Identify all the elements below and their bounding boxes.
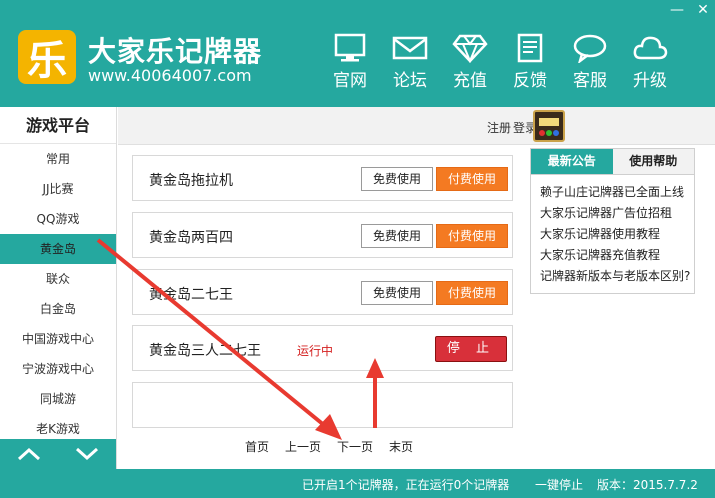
document-icon [517,33,543,63]
tab-latest-notice[interactable]: 最新公告 [531,149,613,174]
news-item[interactable]: 大家乐记牌器广告位招租 [531,203,694,224]
paid-use-button[interactable]: 付费使用 [436,167,508,191]
nav-official-site[interactable]: 官网 [320,33,380,91]
news-item[interactable]: 大家乐记牌器充值教程 [531,245,694,266]
game-name: 黄金岛拖拉机 [149,173,233,189]
game-name: 黄金岛两百四 [149,230,233,246]
sidebar-item-ningbo-game-center[interactable]: 宁波游戏中心 [0,354,116,384]
nav-label: 反馈 [513,71,547,91]
register-link[interactable]: 注册 [487,119,511,136]
app-logo: 乐 [18,30,76,84]
monitor-icon [334,33,366,62]
game-row: 黄金岛拖拉机 免费使用 付费使用 [132,155,513,201]
paid-use-button[interactable]: 付费使用 [436,224,508,248]
app-url: www.40064007.com [88,66,252,85]
nav-recharge[interactable]: 充值 [440,33,500,91]
sidebar-item-tongchengyou[interactable]: 同城游 [0,384,116,414]
sidebar-item-huangjindao[interactable]: 黄金岛 [0,234,116,264]
diamond-icon [452,34,488,63]
sidebar-item-china-game-center[interactable]: 中国游戏中心 [0,324,116,354]
game-row: 黄金岛二七王 免费使用 付费使用 [132,269,513,315]
nav-label: 官网 [333,71,367,91]
nav-customer-service[interactable]: 客服 [560,33,620,91]
free-use-button[interactable]: 免费使用 [361,224,433,248]
running-status: 运行中 [297,344,334,358]
app-title: 大家乐记牌器 [88,35,263,68]
nav-upgrade[interactable]: 升级 [620,33,680,91]
sidebar-item-lianzhong[interactable]: 联众 [0,264,116,294]
news-list: 赖子山庄记牌器已全面上线 大家乐记牌器广告位招租 大家乐记牌器使用教程 大家乐记… [531,175,694,287]
prev-page-link[interactable]: 上一页 [285,438,321,455]
game-name: 黄金岛三人二七王 [149,343,261,359]
game-row: 黄金岛三人二七王 运行中 停 止 [132,325,513,371]
nav-label: 论坛 [393,71,427,91]
next-page-link[interactable]: 下一页 [337,438,373,455]
status-message: 已开启1个记牌器，正在运行0个记牌器 [302,478,510,492]
free-use-button[interactable]: 免费使用 [361,167,433,191]
close-button[interactable]: ✕ [695,2,711,18]
sidebar-item-qq[interactable]: QQ游戏 [0,204,116,234]
nav-forum[interactable]: 论坛 [380,33,440,91]
slot-light [546,130,552,136]
nav-label: 充值 [453,71,487,91]
news-item[interactable]: 记牌器新版本与老版本区别? [531,266,694,287]
app-header: — ✕ 乐 大家乐记牌器 www.40064007.com 官网 论坛 充值 反… [0,0,715,107]
minimize-button[interactable]: — [669,2,685,18]
sidebar-title: 游戏平台 [0,107,116,144]
top-nav: 官网 论坛 充值 反馈 客服 升级 [320,33,680,91]
mail-icon [392,36,428,60]
logo-char: 乐 [27,38,67,84]
status-bar: 已开启1个记牌器，正在运行0个记牌器 一键停止 版本：2015.7.7.2 [0,469,715,498]
chat-bubble-icon [573,34,607,63]
paid-use-button[interactable]: 付费使用 [436,281,508,305]
news-item[interactable]: 大家乐记牌器使用教程 [531,224,694,245]
nav-feedback[interactable]: 反馈 [500,33,560,91]
slot-light [553,130,559,136]
sidebar-scroll [0,439,116,469]
sidebar-item-baijindao[interactable]: 白金岛 [0,294,116,324]
slot-light [539,130,545,136]
nav-label: 客服 [573,71,607,91]
nav-label: 升级 [633,71,667,91]
stop-all-link[interactable]: 一键停止 [535,476,583,493]
tab-help[interactable]: 使用帮助 [613,149,695,174]
last-page-link[interactable]: 末页 [389,438,413,455]
platform-sidebar: 游戏平台 常用 JJ比赛 QQ游戏 黄金岛 联众 白金岛 中国游戏中心 宁波游戏… [0,107,117,469]
empty-game-row [132,382,513,428]
first-page-link[interactable]: 首页 [245,438,269,455]
free-use-button[interactable]: 免费使用 [361,281,433,305]
news-item[interactable]: 赖子山庄记牌器已全面上线 [531,182,694,203]
sidebar-item-jj[interactable]: JJ比赛 [0,174,116,204]
pagination: 首页 上一页 下一页 末页 [245,438,413,455]
slot-machine-icon[interactable] [533,110,565,142]
notice-panel: 最新公告 使用帮助 赖子山庄记牌器已全面上线 大家乐记牌器广告位招租 大家乐记牌… [530,148,695,294]
game-row: 黄金岛两百四 免费使用 付费使用 [132,212,513,258]
chevron-up-icon[interactable] [16,446,42,462]
cloud-icon [633,36,668,60]
game-name: 黄金岛二七王 [149,287,233,303]
window-controls: — ✕ [669,2,711,18]
slot-window [539,118,559,126]
account-bar: 注册 登录 [118,107,715,145]
panel-tabs: 最新公告 使用帮助 [531,149,694,175]
sidebar-item-common[interactable]: 常用 [0,144,116,174]
chevron-down-icon[interactable] [74,446,100,462]
version-label: 版本：2015.7.7.2 [597,478,698,492]
stop-button[interactable]: 停 止 [435,336,507,362]
